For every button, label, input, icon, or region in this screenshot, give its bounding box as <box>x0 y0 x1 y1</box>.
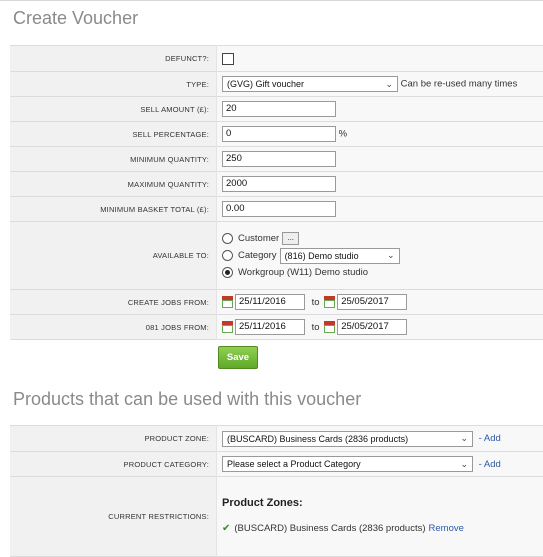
calendar-icon[interactable] <box>222 321 233 333</box>
jobs-081-to-date: 25/05/2017 <box>324 319 408 335</box>
product-category-select-value: Please select a Product Category <box>227 459 361 469</box>
chevron-down-icon: ⌄ <box>460 458 468 469</box>
jobs-081-from-input[interactable]: 25/11/2016 <box>235 319 305 335</box>
min-quantity-label: MINIMUM QUANTITY: <box>10 146 217 172</box>
sell-amount-input[interactable]: 20 <box>222 101 336 117</box>
type-label: TYPE: <box>10 71 217 97</box>
min-quantity-input[interactable]: 250 <box>222 151 336 167</box>
chevron-down-icon: ⌄ <box>460 433 468 443</box>
min-basket-label: MINIMUM BASKET TOTAL (£): <box>10 196 217 222</box>
create-jobs-to-label: to <box>311 296 320 308</box>
type-note: Can be re-used many times <box>400 78 518 90</box>
restrictions-heading: Product Zones: <box>222 497 303 509</box>
type-select[interactable]: (GVG) Gift voucher ⌄ <box>222 76 398 92</box>
restriction-item: ✔ (BUSCARD) Business Cards (2836 product… <box>222 523 543 534</box>
sell-percentage-label: SELL PERCENTAGE: <box>10 121 217 147</box>
product-category-select[interactable]: Please select a Product Category ⌄ <box>222 456 473 472</box>
create-jobs-to-input[interactable]: 25/05/2017 <box>337 294 408 310</box>
jobs-081-to-label: to <box>311 321 320 333</box>
row-create-jobs: CREATE JOBS FROM: 25/11/2016 to 25/05/20… <box>10 289 543 315</box>
row-min-quantity: MINIMUM QUANTITY: 250 <box>10 146 543 172</box>
customer-label: Customer <box>238 233 280 244</box>
checkmark-icon: ✔ <box>222 523 231 534</box>
available-to-label: AVAILABLE TO: <box>10 221 217 290</box>
workgroup-radio[interactable] <box>222 267 233 278</box>
products-section-title: Products that can be used with this vouc… <box>13 389 362 409</box>
option-workgroup: Workgroup (W11) Demo studio <box>222 264 543 281</box>
workgroup-label: Workgroup (W11) Demo studio <box>238 267 369 278</box>
option-category: Category (816) Demo studio ⌄ <box>222 247 543 264</box>
jobs-081-to-input[interactable]: 25/05/2017 <box>337 319 408 335</box>
create-jobs-from-date: 25/11/2016 <box>222 294 305 310</box>
row-available-to: AVAILABLE TO: Customer ... Category (816… <box>10 221 543 290</box>
add-product-category-link[interactable]: - Add <box>479 459 501 470</box>
row-defunct: DEFUNCT?: <box>10 45 543 72</box>
customer-browse-button[interactable]: ... <box>282 232 300 245</box>
chevron-down-icon: ⌄ <box>387 250 395 260</box>
page-title: Create Voucher <box>13 8 139 28</box>
row-product-zone: PRODUCT ZONE: (BUSCARD) Business Cards (… <box>10 425 543 452</box>
voucher-form: DEFUNCT?: TYPE: (GVG) Gift voucher ⌄ Can… <box>10 45 543 340</box>
min-basket-input[interactable]: 0.00 <box>222 201 336 217</box>
row-081-jobs: 081 JOBS FROM: 25/11/2016 to 25/05/2017 <box>10 314 543 340</box>
restriction-item-text: (BUSCARD) Business Cards (2836 products) <box>234 523 426 534</box>
row-max-quantity: MAXIMUM QUANTITY: 2000 <box>10 171 543 197</box>
defunct-checkbox[interactable] <box>222 52 234 65</box>
product-zone-select[interactable]: (BUSCARD) Business Cards (2836 products)… <box>222 430 473 447</box>
category-radio[interactable] <box>222 250 233 261</box>
category-label: Category <box>238 250 277 261</box>
calendar-icon[interactable] <box>324 321 336 333</box>
calendar-icon[interactable] <box>324 296 336 308</box>
save-button[interactable]: Save <box>218 346 258 369</box>
row-sell-amount: SELL AMOUNT (£): 20 <box>10 96 543 122</box>
max-quantity-label: MAXIMUM QUANTITY: <box>10 171 217 197</box>
create-jobs-from-input[interactable]: 25/11/2016 <box>235 294 305 310</box>
defunct-label: DEFUNCT?: <box>10 45 217 72</box>
type-select-value: (GVG) Gift voucher <box>227 79 305 89</box>
product-zone-select-value: (BUSCARD) Business Cards (2836 products) <box>227 433 409 444</box>
remove-restriction-link[interactable]: Remove <box>429 523 464 534</box>
jobs-081-from-date: 25/11/2016 <box>222 319 305 335</box>
customer-radio[interactable] <box>222 233 233 244</box>
row-current-restrictions: CURRENT RESTRICTIONS: Product Zones: ✔ (… <box>10 476 543 557</box>
row-type: TYPE: (GVG) Gift voucher ⌄ Can be re-use… <box>10 71 543 97</box>
option-customer: Customer ... <box>222 230 543 247</box>
product-category-label: PRODUCT CATEGORY: <box>10 451 217 477</box>
max-quantity-input[interactable]: 2000 <box>222 176 336 192</box>
sell-percentage-input[interactable]: 0 <box>222 126 336 142</box>
row-sell-percentage: SELL PERCENTAGE: 0 % <box>10 121 543 147</box>
jobs-081-label: 081 JOBS FROM: <box>10 314 217 340</box>
calendar-icon[interactable] <box>222 296 233 308</box>
create-jobs-label: CREATE JOBS FROM: <box>10 289 217 315</box>
chevron-down-icon: ⌄ <box>385 78 393 89</box>
row-product-category: PRODUCT CATEGORY: Please select a Produc… <box>10 451 543 477</box>
create-jobs-to-date: 25/05/2017 <box>324 294 408 310</box>
top-divider <box>0 0 543 1</box>
current-restrictions-label: CURRENT RESTRICTIONS: <box>10 476 217 557</box>
category-select[interactable]: (816) Demo studio ⌄ <box>279 247 400 264</box>
product-zone-label: PRODUCT ZONE: <box>10 425 217 452</box>
category-select-value: (816) Demo studio <box>284 250 359 261</box>
add-product-zone-link[interactable]: - Add <box>479 433 501 444</box>
sell-amount-label: SELL AMOUNT (£): <box>10 96 217 122</box>
percent-suffix: % <box>338 128 348 140</box>
row-min-basket: MINIMUM BASKET TOTAL (£): 0.00 <box>10 196 543 222</box>
products-form: PRODUCT ZONE: (BUSCARD) Business Cards (… <box>10 425 543 557</box>
